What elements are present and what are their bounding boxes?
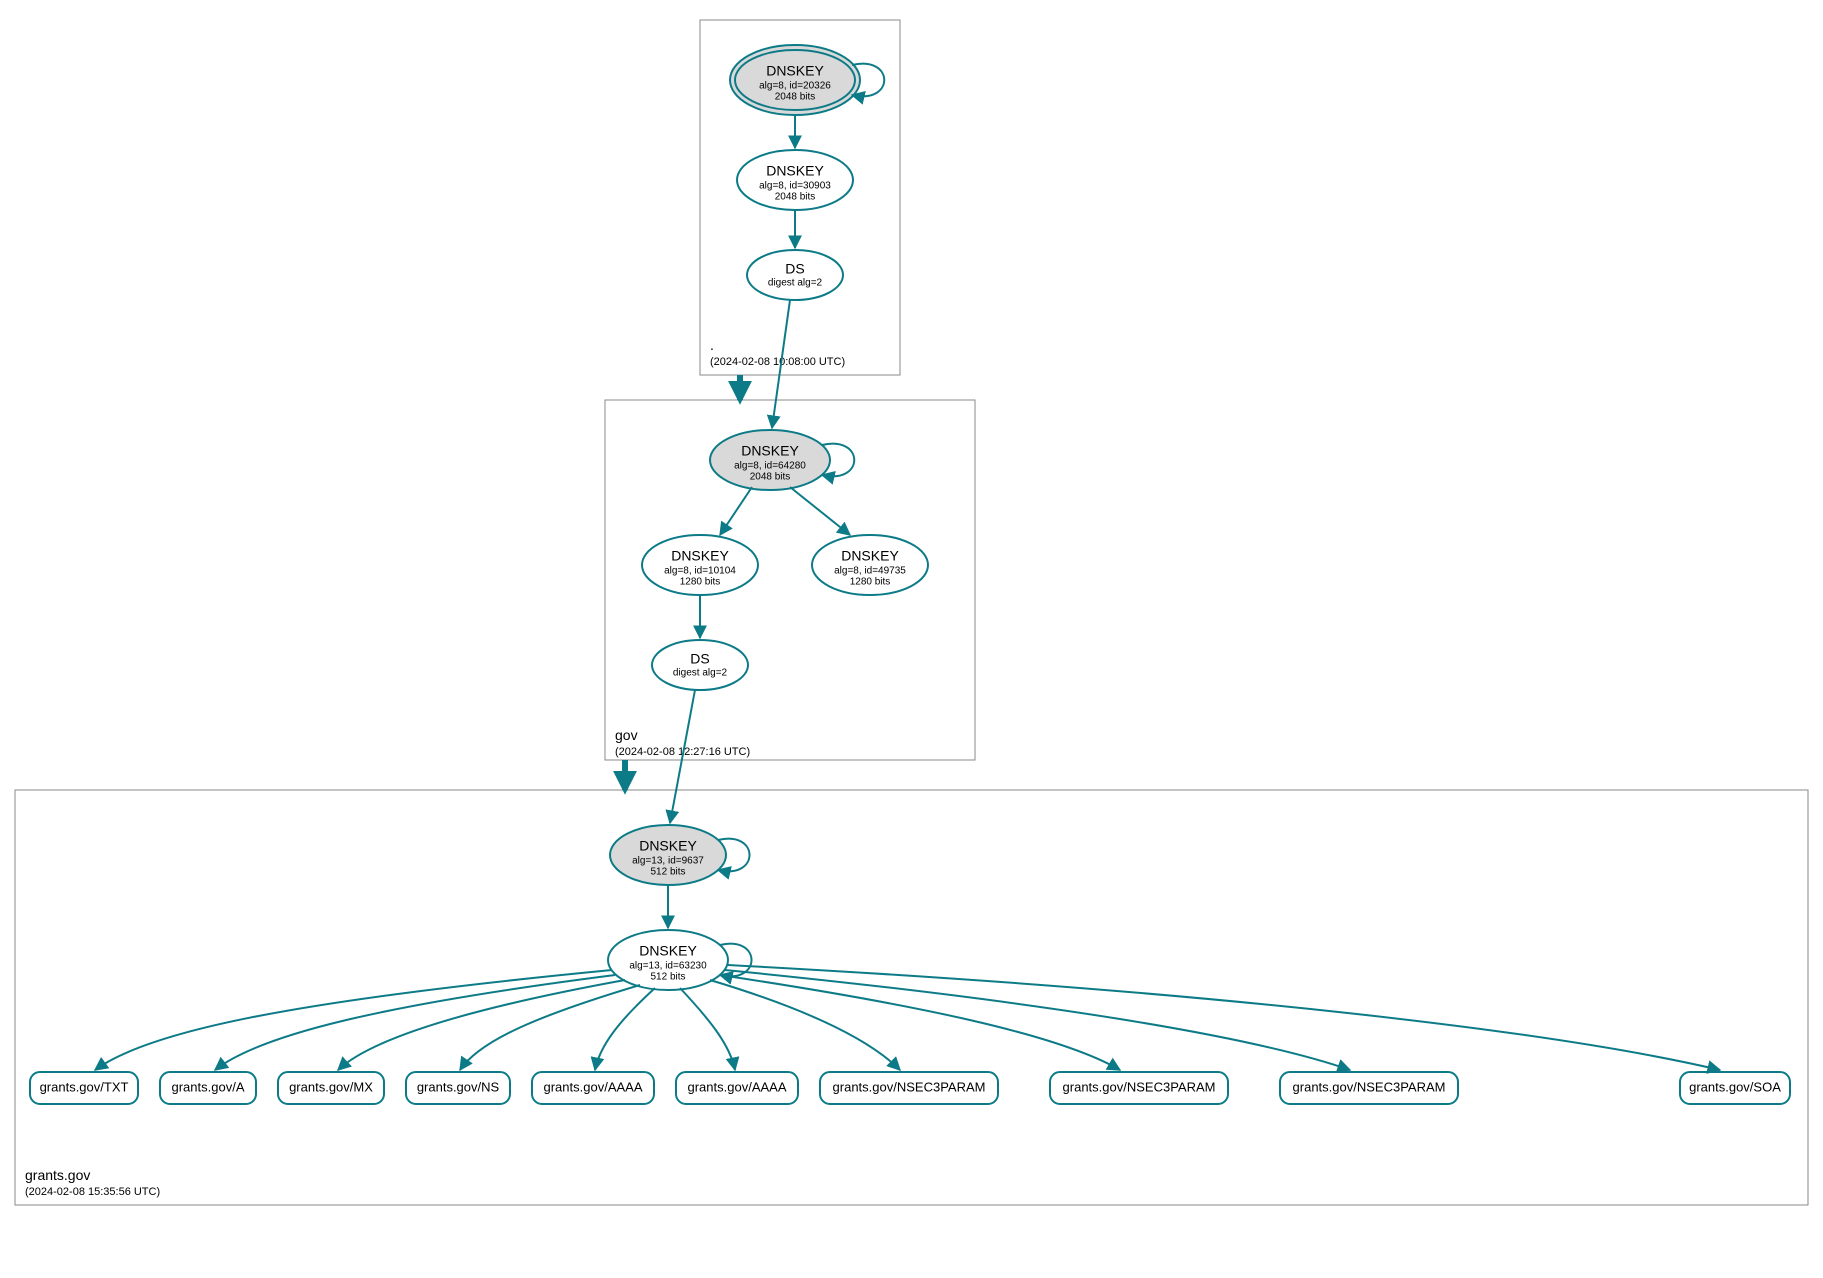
svg-text:grants.gov/MX: grants.gov/MX <box>289 1079 373 1094</box>
dnssec-diagram: . (2024-02-08 10:08:00 UTC) DNSKEY alg=8… <box>0 0 1823 1278</box>
svg-text:DS: DS <box>690 651 709 667</box>
svg-text:alg=13, id=63230: alg=13, id=63230 <box>629 961 707 972</box>
svg-text:DNSKEY: DNSKEY <box>766 163 824 179</box>
svg-text:alg=8, id=49735: alg=8, id=49735 <box>834 566 906 577</box>
svg-text:grants.gov/NS: grants.gov/NS <box>417 1079 500 1094</box>
node-gov-ds: DS digest alg=2 <box>652 640 748 690</box>
node-gov-zsk1: DNSKEY alg=8, id=10104 1280 bits <box>642 535 758 595</box>
zone-root-timestamp: (2024-02-08 10:08:00 UTC) <box>710 356 845 368</box>
svg-text:digest alg=2: digest alg=2 <box>673 668 728 679</box>
rrset-nsec3-3: grants.gov/NSEC3PARAM <box>1280 1072 1458 1104</box>
svg-text:1280 bits: 1280 bits <box>850 577 891 588</box>
node-root-ksk: DNSKEY alg=8, id=20326 2048 bits <box>730 45 860 115</box>
zone-root-name: . <box>710 337 714 353</box>
svg-text:grants.gov/NSEC3PARAM: grants.gov/NSEC3PARAM <box>1293 1079 1446 1094</box>
svg-text:alg=8, id=10104: alg=8, id=10104 <box>664 566 736 577</box>
edge-govksk-zsk2 <box>790 487 850 535</box>
svg-text:alg=8, id=64280: alg=8, id=64280 <box>734 461 806 472</box>
svg-text:512 bits: 512 bits <box>650 867 685 878</box>
node-gov-ksk: DNSKEY alg=8, id=64280 2048 bits <box>710 430 830 490</box>
edge-zsk-r5 <box>680 988 735 1070</box>
rrset-mx: grants.gov/MX <box>278 1072 384 1104</box>
rrset-aaaa-2: grants.gov/AAAA <box>676 1072 798 1104</box>
rrset-a: grants.gov/A <box>160 1072 256 1104</box>
rrset-ns: grants.gov/NS <box>406 1072 510 1104</box>
svg-text:DNSKEY: DNSKEY <box>841 548 899 564</box>
edge-govksk-zsk1 <box>720 487 752 535</box>
rrset-aaaa-1: grants.gov/AAAA <box>532 1072 654 1104</box>
svg-text:DS: DS <box>785 261 804 277</box>
svg-text:DNSKEY: DNSKEY <box>639 943 697 959</box>
svg-text:alg=8, id=30903: alg=8, id=30903 <box>759 181 831 192</box>
svg-text:512 bits: 512 bits <box>650 972 685 983</box>
edge-zsk-r4 <box>595 988 655 1070</box>
rrset-soa: grants.gov/SOA <box>1680 1072 1790 1104</box>
edge-zsk-r7 <box>720 975 1120 1070</box>
svg-text:alg=8, id=20326: alg=8, id=20326 <box>759 81 831 92</box>
node-grants-ksk: DNSKEY alg=13, id=9637 512 bits <box>610 825 726 885</box>
svg-text:DNSKEY: DNSKEY <box>639 838 697 854</box>
svg-text:2048 bits: 2048 bits <box>775 192 816 203</box>
svg-text:digest alg=2: digest alg=2 <box>768 278 823 289</box>
node-root-ds: DS digest alg=2 <box>747 250 843 300</box>
node-root-zsk: DNSKEY alg=8, id=30903 2048 bits <box>737 150 853 210</box>
svg-text:grants.gov/NSEC3PARAM: grants.gov/NSEC3PARAM <box>1063 1079 1216 1094</box>
rrset-nsec3-2: grants.gov/NSEC3PARAM <box>1050 1072 1228 1104</box>
svg-text:alg=13, id=9637: alg=13, id=9637 <box>632 856 704 867</box>
svg-text:grants.gov/AAAA: grants.gov/AAAA <box>544 1079 643 1094</box>
svg-text:DNSKEY: DNSKEY <box>741 443 799 459</box>
zone-grants-timestamp: (2024-02-08 15:35:56 UTC) <box>25 1186 160 1198</box>
zone-grants-name: grants.gov <box>25 1167 90 1183</box>
zone-root: . (2024-02-08 10:08:00 UTC) DNSKEY alg=8… <box>700 20 900 375</box>
svg-text:grants.gov/SOA: grants.gov/SOA <box>1689 1079 1781 1094</box>
edge-zsk-r9 <box>728 965 1720 1070</box>
svg-text:grants.gov/TXT: grants.gov/TXT <box>40 1079 129 1094</box>
svg-text:grants.gov/AAAA: grants.gov/AAAA <box>688 1079 787 1094</box>
zone-grants: grants.gov (2024-02-08 15:35:56 UTC) DNS… <box>15 790 1808 1205</box>
svg-text:1280 bits: 1280 bits <box>680 577 721 588</box>
node-gov-zsk2: DNSKEY alg=8, id=49735 1280 bits <box>812 535 928 595</box>
edge-zsk-r3 <box>460 985 640 1070</box>
rrset-nsec3-1: grants.gov/NSEC3PARAM <box>820 1072 998 1104</box>
rrset-txt: grants.gov/TXT <box>30 1072 138 1104</box>
edge-zsk-r6 <box>710 980 900 1070</box>
svg-text:DNSKEY: DNSKEY <box>671 548 729 564</box>
svg-text:DNSKEY: DNSKEY <box>766 63 824 79</box>
svg-text:2048 bits: 2048 bits <box>750 472 791 483</box>
edge-zsk-r1 <box>215 975 615 1070</box>
zone-gov-name: gov <box>615 727 638 743</box>
svg-text:grants.gov/NSEC3PARAM: grants.gov/NSEC3PARAM <box>833 1079 986 1094</box>
svg-text:grants.gov/A: grants.gov/A <box>172 1079 245 1094</box>
zone-gov: gov (2024-02-08 12:27:16 UTC) DNSKEY alg… <box>605 400 975 760</box>
svg-text:2048 bits: 2048 bits <box>775 92 816 103</box>
